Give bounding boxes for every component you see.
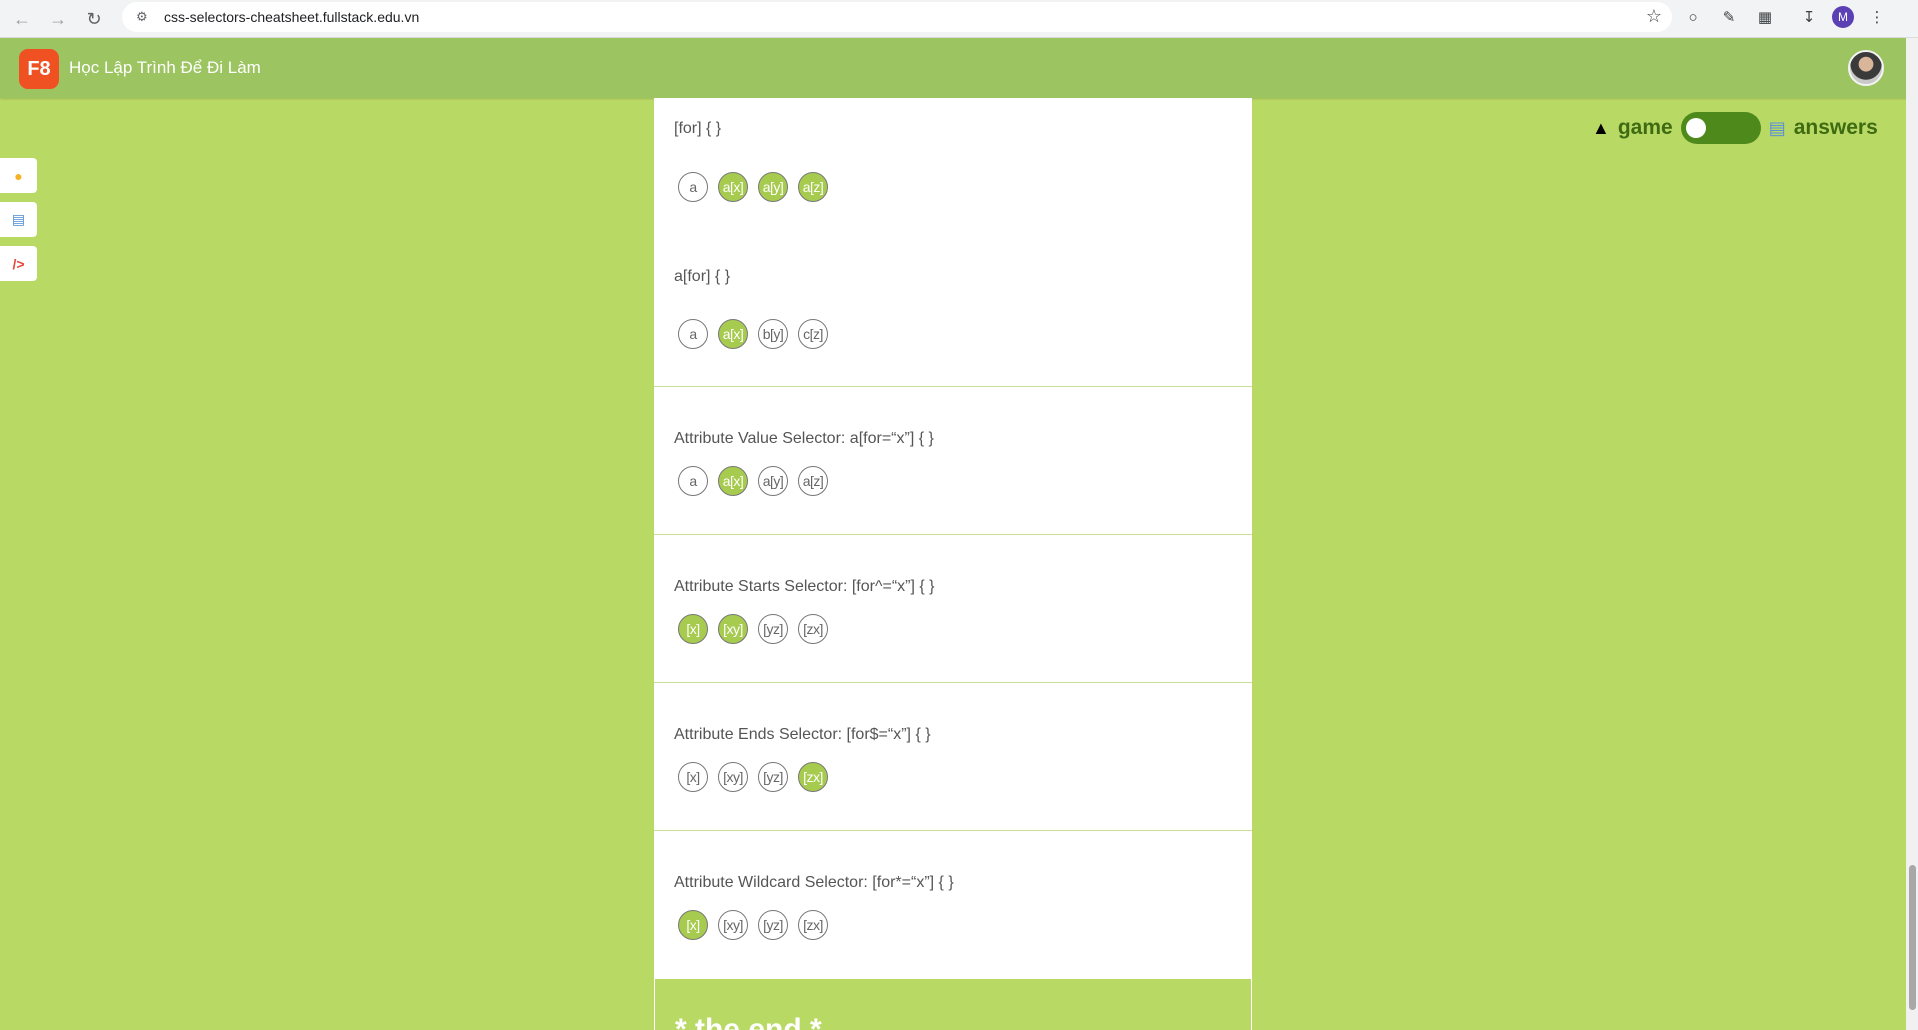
the-end-banner: * the end * <box>654 978 1252 1030</box>
game-label: game <box>1617 116 1673 139</box>
cheatsheet-panel: [for] { } a a[x] a[y] a[z] a[for] { } a … <box>654 98 1252 978</box>
star-icon[interactable]: ☆ <box>1646 6 1662 27</box>
the-end-text: * the end * <box>675 1013 822 1030</box>
scrollbar-thumb[interactable] <box>1909 865 1916 1010</box>
selector-section: Attribute Ends Selector: [for$=“x”] { } … <box>654 683 1252 831</box>
chip-selected[interactable]: a[x] <box>718 319 748 349</box>
chip[interactable]: [yz] <box>758 614 788 644</box>
app-header: F8 Học Lập Trình Để Đi Làm <box>0 38 1908 98</box>
chip[interactable]: a <box>678 319 708 349</box>
game-answers-switch[interactable] <box>1680 112 1761 144</box>
compass-icon[interactable]: ○ <box>1680 4 1706 30</box>
chip[interactable]: a[y] <box>758 466 788 496</box>
chip-selected[interactable]: a[y] <box>758 172 788 202</box>
forward-icon[interactable]: → <box>40 4 76 34</box>
section-title: Attribute Ends Selector: [for$=“x”] { } <box>674 726 931 743</box>
chip[interactable]: c[z] <box>798 319 828 349</box>
selector-section: Attribute Value Selector: a[for=“x”] { }… <box>654 387 1252 535</box>
user-avatar[interactable] <box>1848 50 1884 86</box>
download-icon[interactable]: ↧ <box>1796 4 1822 30</box>
chip-selected[interactable]: a[x] <box>718 466 748 496</box>
chip-row: [x] [xy] [yz] [zx] <box>678 614 828 644</box>
puzzle-icon[interactable]: ▦ <box>1752 4 1778 30</box>
chip-row: [x] [xy] [yz] [zx] <box>678 910 828 940</box>
section-title: a[for] { } <box>674 268 731 285</box>
profile-avatar[interactable]: M <box>1832 6 1854 28</box>
selector-section: [for] { } a a[x] a[y] a[z] a[for] { } a … <box>654 98 1252 387</box>
page-scrollbar[interactable] <box>1906 38 1918 1030</box>
book-icon[interactable]: ▤ <box>0 202 37 237</box>
chip[interactable]: a[z] <box>798 466 828 496</box>
chip-selected[interactable]: a[x] <box>718 172 748 202</box>
chip-row: a a[x] a[y] a[z] <box>678 466 828 496</box>
chip[interactable]: [x] <box>678 762 708 792</box>
address-bar[interactable]: ⚙ css-selectors-cheatsheet.fullstack.edu… <box>122 2 1672 32</box>
selector-section: Attribute Wildcard Selector: [for*=“x”] … <box>654 831 1252 978</box>
chip-selected[interactable]: [xy] <box>718 614 748 644</box>
chip-row: a a[x] a[y] a[z] <box>678 172 828 202</box>
section-title: Attribute Wildcard Selector: [for*=“x”] … <box>674 874 954 891</box>
chip[interactable]: [zx] <box>798 910 828 940</box>
chip-selected[interactable]: a[z] <box>798 172 828 202</box>
browser-toolbar: ← → ↻ ⚙ css-selectors-cheatsheet.fullsta… <box>0 0 1918 38</box>
section-title: Attribute Starts Selector: [for^=“x”] { … <box>674 578 935 595</box>
chip[interactable]: a <box>678 172 708 202</box>
site-info-icon[interactable]: ⚙ <box>136 9 156 25</box>
switch-knob <box>1685 118 1706 138</box>
chip[interactable]: a <box>678 466 708 496</box>
brand-title: Học Lập Trình Để Đi Làm <box>69 58 261 77</box>
chip-row: a a[x] b[y] c[z] <box>678 319 828 349</box>
url-text[interactable]: css-selectors-cheatsheet.fullstack.edu.v… <box>164 9 419 25</box>
joystick-icon: ▲ <box>1592 117 1610 138</box>
extension-icons: ○ ✎ ▦ ↧ M ⋮ <box>1680 4 1890 30</box>
f8-logo[interactable]: F8 <box>19 49 59 89</box>
chip[interactable]: [yz] <box>758 910 788 940</box>
section-title: [for] { } <box>674 120 722 137</box>
chip-selected[interactable]: [x] <box>678 614 708 644</box>
chip[interactable]: [yz] <box>758 762 788 792</box>
chip[interactable]: [xy] <box>718 762 748 792</box>
section-title: Attribute Value Selector: a[for=“x”] { } <box>674 430 934 447</box>
chip[interactable]: [zx] <box>798 614 828 644</box>
back-icon[interactable]: ← <box>4 4 40 34</box>
chip-selected[interactable]: [zx] <box>798 762 828 792</box>
pen-extension-icon[interactable]: ✎ <box>1716 4 1742 30</box>
code-icon[interactable]: /> <box>0 246 37 281</box>
chip-selected[interactable]: [x] <box>678 910 708 940</box>
chip[interactable]: b[y] <box>758 319 788 349</box>
kebab-menu-icon[interactable]: ⋮ <box>1864 4 1890 30</box>
answers-label: answers <box>1793 116 1878 139</box>
mode-toggle: ▲ game ▤ answers <box>1592 112 1878 144</box>
chip-row: [x] [xy] [yz] [zx] <box>678 762 828 792</box>
selector-section: Attribute Starts Selector: [for^=“x”] { … <box>654 535 1252 683</box>
lightbulb-icon[interactable]: ● <box>0 158 37 193</box>
chip[interactable]: [xy] <box>718 910 748 940</box>
open-book-icon: ▤ <box>1768 117 1786 138</box>
reload-icon[interactable]: ↻ <box>76 4 112 34</box>
